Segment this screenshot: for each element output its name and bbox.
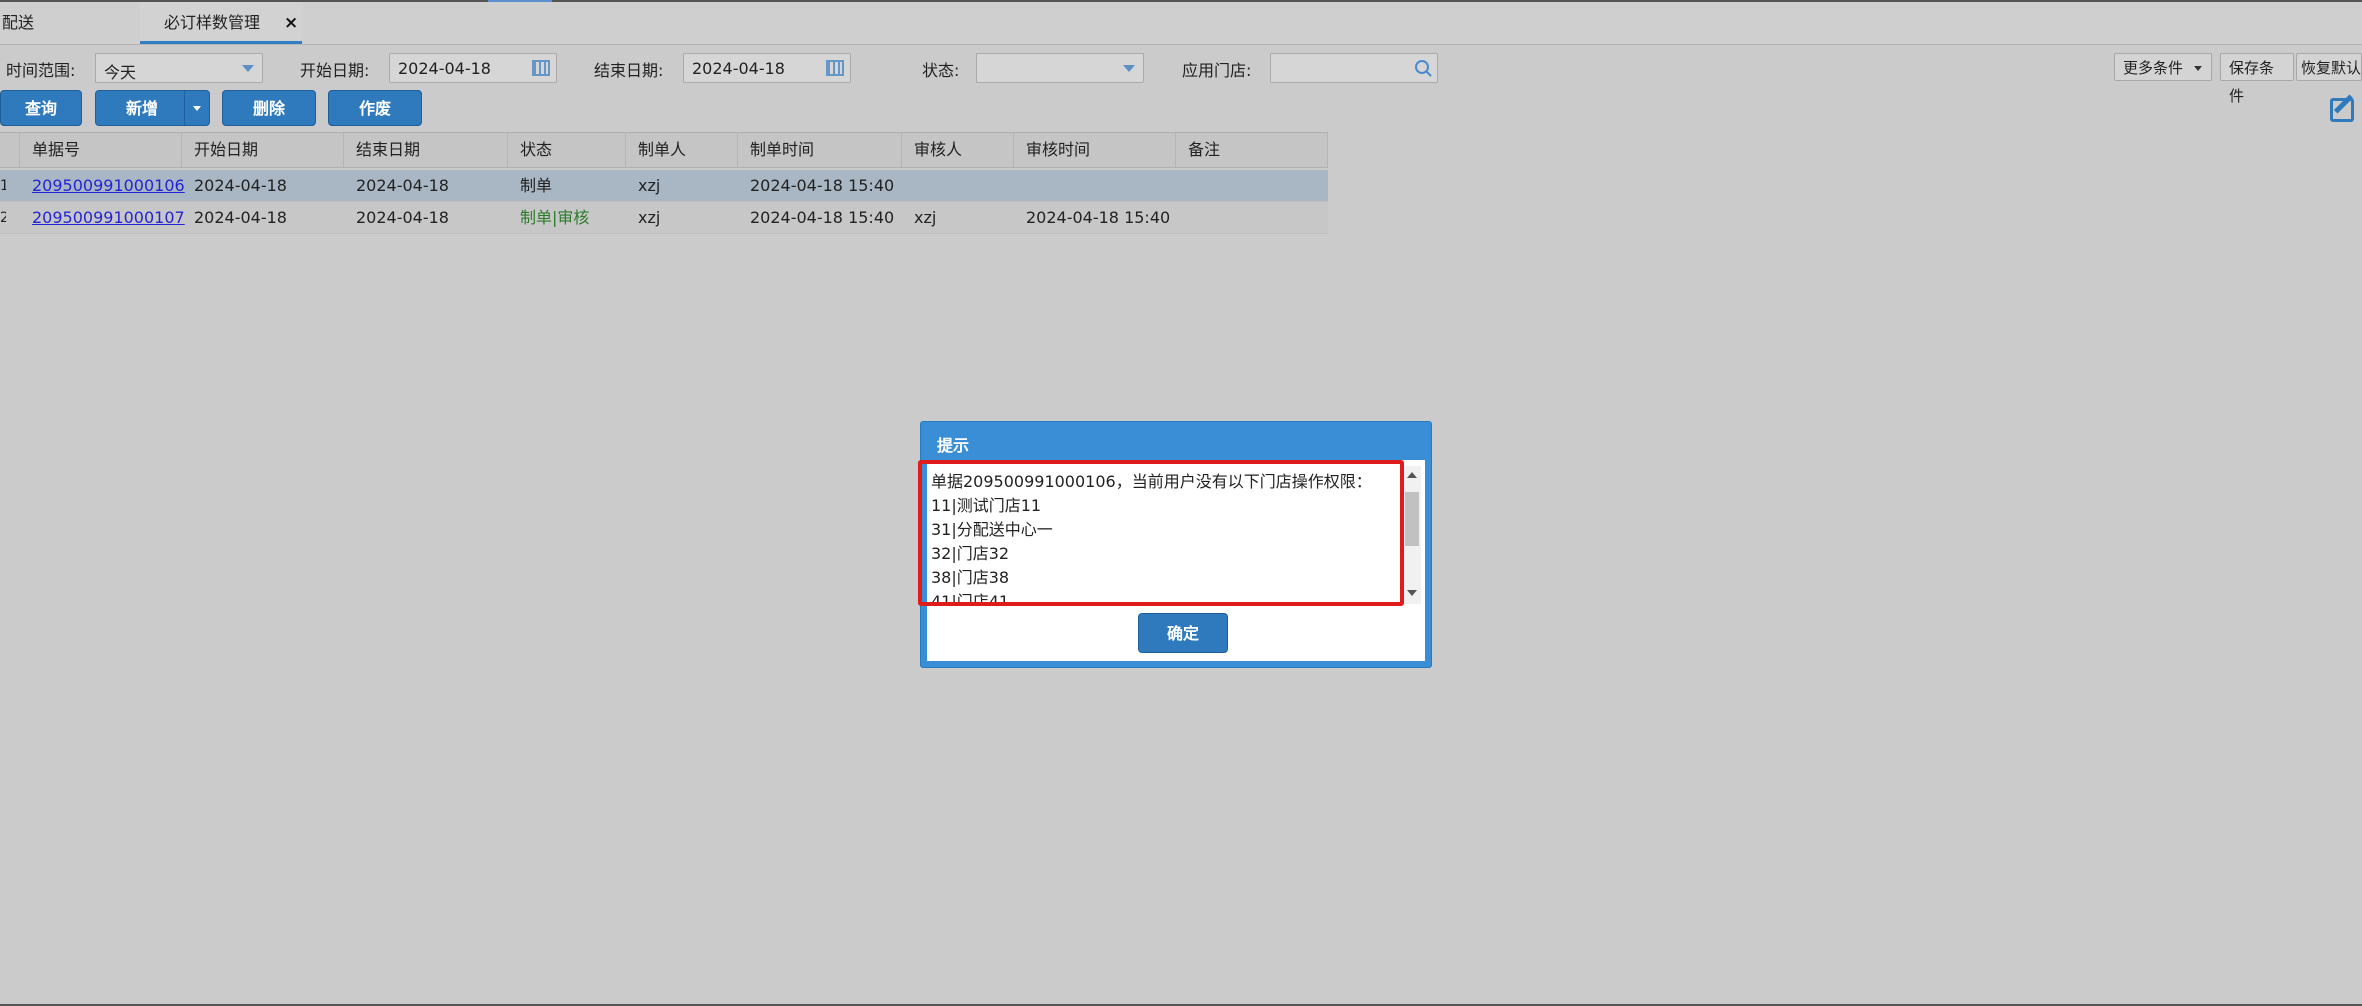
- header-make-time[interactable]: 制单时间: [738, 133, 902, 167]
- auditor-cell: xzj: [914, 208, 937, 227]
- start-date-cell: 2024-04-18: [194, 176, 287, 195]
- auditor-cell: [902, 170, 914, 202]
- end-date-cell: 2024-04-18: [356, 208, 449, 227]
- delete-button[interactable]: 删除: [222, 90, 316, 126]
- status-cell: 制单: [520, 176, 553, 195]
- calendar-icon[interactable]: [826, 60, 844, 76]
- store-label: 应用门店:: [1182, 61, 1252, 80]
- ok-label: 确定: [1166, 624, 1199, 643]
- scroll-down-icon[interactable]: [1407, 590, 1417, 596]
- header-rownum: [0, 133, 20, 167]
- add-button[interactable]: 新增: [95, 90, 210, 126]
- tab-label: 必订样数管理: [164, 13, 261, 32]
- header-doc-no[interactable]: 单据号: [20, 133, 182, 167]
- search-icon[interactable]: [1415, 60, 1429, 74]
- end-date-label: 结束日期:: [594, 61, 664, 80]
- add-label: 新增: [126, 99, 159, 118]
- audit-time-cell: [1014, 170, 1026, 202]
- status-cell: 制单|审核: [520, 208, 590, 227]
- make-time-cell: 2024-04-18 15:40: [750, 176, 895, 195]
- end-date-cell: 2024-04-18: [356, 176, 449, 195]
- header-end-date[interactable]: 结束日期: [344, 133, 508, 167]
- header-note[interactable]: 备注: [1176, 133, 1328, 167]
- save-conditions-button[interactable]: 保存条件: [2220, 53, 2294, 105]
- store-search-input[interactable]: [1270, 53, 1438, 83]
- status-label: 状态:: [922, 61, 960, 80]
- maker-cell: xzj: [638, 208, 661, 227]
- note-cell: [1176, 170, 1188, 202]
- time-range-select[interactable]: 今天: [95, 53, 263, 83]
- chevron-down-icon: [242, 65, 254, 72]
- status-select[interactable]: [976, 53, 1144, 83]
- end-date-input[interactable]: 2024-04-18: [683, 53, 851, 83]
- query-button[interactable]: 查询: [0, 90, 82, 126]
- tab-bar: 配送 必订样数管理 ×: [0, 2, 2362, 45]
- delete-label: 删除: [252, 99, 285, 118]
- save-conditions-label: 保存条件: [2229, 59, 2275, 105]
- edit-icon[interactable]: [2330, 98, 2354, 122]
- close-icon[interactable]: ×: [284, 2, 298, 44]
- restore-default-label: 恢复默认: [2301, 59, 2362, 77]
- dialog-title: 提示: [937, 436, 970, 455]
- query-label: 查询: [24, 99, 57, 118]
- chevron-down-icon: [1123, 65, 1135, 72]
- void-label: 作废: [358, 99, 391, 118]
- row-number: 2: [0, 210, 6, 226]
- header-maker[interactable]: 制单人: [626, 133, 738, 167]
- grid-header: 单据号 开始日期 结束日期 状态 制单人 制单时间 审核人 审核时间 备注: [0, 132, 1328, 168]
- header-status[interactable]: 状态: [508, 133, 626, 167]
- note-cell: [1176, 202, 1188, 234]
- header-start-date[interactable]: 开始日期: [182, 133, 344, 167]
- table-row[interactable]: 2 209500991000107 2024-04-18 2024-04-18 …: [0, 202, 1328, 234]
- start-date-value: 2024-04-18: [398, 59, 491, 78]
- tab-biding-manage[interactable]: 必订样数管理 ×: [140, 2, 302, 44]
- tab-peisong[interactable]: 配送: [0, 2, 141, 44]
- highlight-annotation: [918, 460, 1404, 606]
- make-time-cell: 2024-04-18 15:40: [750, 208, 895, 227]
- scroll-up-icon[interactable]: [1407, 472, 1417, 478]
- start-date-label: 开始日期:: [300, 61, 370, 80]
- chevron-down-icon: [2193, 66, 2202, 71]
- ok-button[interactable]: 确定: [1138, 613, 1228, 653]
- time-range-value: 今天: [104, 63, 137, 82]
- add-dropdown-toggle[interactable]: [184, 91, 209, 125]
- row-number: 1: [0, 178, 6, 194]
- header-audit-time[interactable]: 审核时间: [1014, 133, 1176, 167]
- tab-label: 配送: [2, 13, 35, 32]
- doc-no-link[interactable]: 209500991000107: [20, 202, 185, 234]
- void-button[interactable]: 作废: [328, 90, 422, 126]
- audit-time-cell: 2024-04-18 15:40: [1026, 208, 1171, 227]
- more-conditions-label: 更多条件: [2123, 59, 2184, 77]
- start-date-cell: 2024-04-18: [194, 208, 287, 227]
- header-auditor[interactable]: 审核人: [902, 133, 1014, 167]
- doc-no-link[interactable]: 209500991000106: [20, 170, 185, 202]
- start-date-input[interactable]: 2024-04-18: [389, 53, 557, 83]
- maker-cell: xzj: [638, 176, 661, 195]
- time-range-label: 时间范围:: [6, 61, 76, 80]
- table-row[interactable]: 1 209500991000106 2024-04-18 2024-04-18 …: [0, 170, 1328, 202]
- calendar-icon[interactable]: [532, 60, 550, 76]
- restore-default-button[interactable]: 恢复默认: [2296, 53, 2362, 81]
- message-scrollbar[interactable]: [1403, 466, 1421, 604]
- more-conditions-button[interactable]: 更多条件: [2114, 53, 2212, 81]
- end-date-value: 2024-04-18: [692, 59, 785, 78]
- scroll-thumb[interactable]: [1405, 492, 1419, 546]
